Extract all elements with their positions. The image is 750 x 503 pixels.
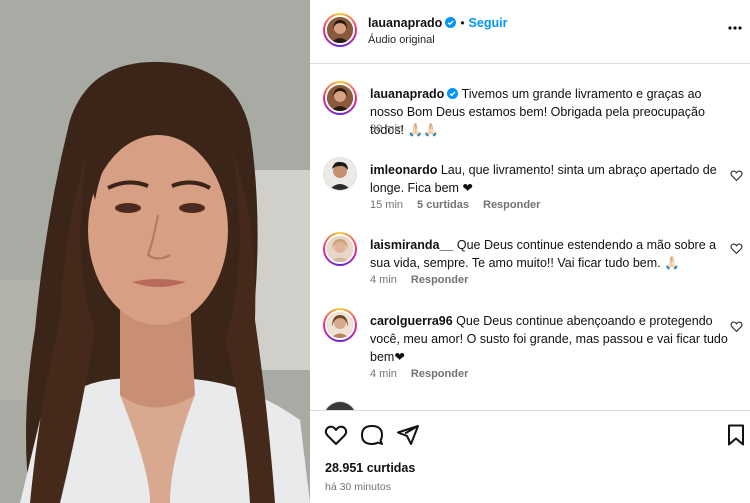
- author-username[interactable]: lauanaprado: [368, 16, 442, 30]
- caption: lauanaprado Tivemos um grande livramento…: [323, 81, 743, 141]
- post-details-panel: lauanaprado • Seguir Áudio original lauana…: [310, 0, 750, 503]
- reply-button[interactable]: Responder: [411, 274, 468, 286]
- comment-time: 4 min: [370, 368, 397, 380]
- post-actions-footer: 28.951 curtidas há 30 minutos: [310, 410, 750, 503]
- comments-list[interactable]: lauanaprado Tivemos um grande livramento…: [310, 65, 750, 410]
- comment-username[interactable]: laismiranda__: [370, 238, 453, 252]
- post-header: lauanaprado • Seguir Áudio original: [310, 0, 750, 64]
- comment-item: imleonardo Lau, que livramento! sinta um…: [323, 157, 743, 217]
- post-timestamp: há 30 minutos: [325, 481, 391, 493]
- save-bookmark-icon[interactable]: [724, 423, 748, 447]
- like-comment-icon[interactable]: [730, 169, 743, 182]
- video-frame-image: [0, 0, 310, 503]
- reply-button[interactable]: Responder: [483, 199, 540, 211]
- post-video[interactable]: [0, 0, 310, 503]
- comment-time: 4 min: [370, 274, 397, 286]
- more-options-icon[interactable]: [728, 26, 742, 30]
- like-comment-icon[interactable]: [730, 320, 743, 333]
- reply-button[interactable]: Responder: [411, 368, 468, 380]
- audio-label[interactable]: Áudio original: [368, 34, 435, 46]
- like-comment-icon[interactable]: [730, 242, 743, 255]
- caption-username[interactable]: lauanaprado: [370, 87, 444, 101]
- separator-dot: •: [460, 16, 465, 30]
- verified-badge-icon: [447, 88, 459, 99]
- comment-username[interactable]: carolguerra96: [370, 314, 453, 328]
- share-send-icon[interactable]: [396, 423, 420, 447]
- comment-avatar-partial[interactable]: [323, 401, 357, 410]
- comment-likes-link[interactable]: 5 curtidas: [417, 199, 469, 211]
- like-heart-icon[interactable]: [324, 423, 348, 447]
- follow-button[interactable]: Seguir: [469, 16, 508, 30]
- comment-avatar[interactable]: [323, 157, 357, 191]
- caption-time: 30 min: [370, 123, 404, 135]
- comment-username[interactable]: imleonardo: [370, 163, 437, 177]
- verified-badge-icon: [445, 17, 457, 28]
- comment-bubble-icon[interactable]: [360, 423, 384, 447]
- comment-time: 15 min: [370, 199, 404, 211]
- comment-avatar[interactable]: [323, 232, 357, 266]
- author-avatar[interactable]: [323, 13, 357, 47]
- comment-item: laismiranda__ Que Deus continue estenden…: [323, 232, 743, 292]
- comment-item: carolguerra96 Que Deus continue abençoan…: [323, 308, 743, 388]
- likes-count[interactable]: 28.951 curtidas: [325, 461, 415, 475]
- comment-avatar[interactable]: [323, 308, 357, 342]
- caption-avatar[interactable]: [323, 81, 357, 115]
